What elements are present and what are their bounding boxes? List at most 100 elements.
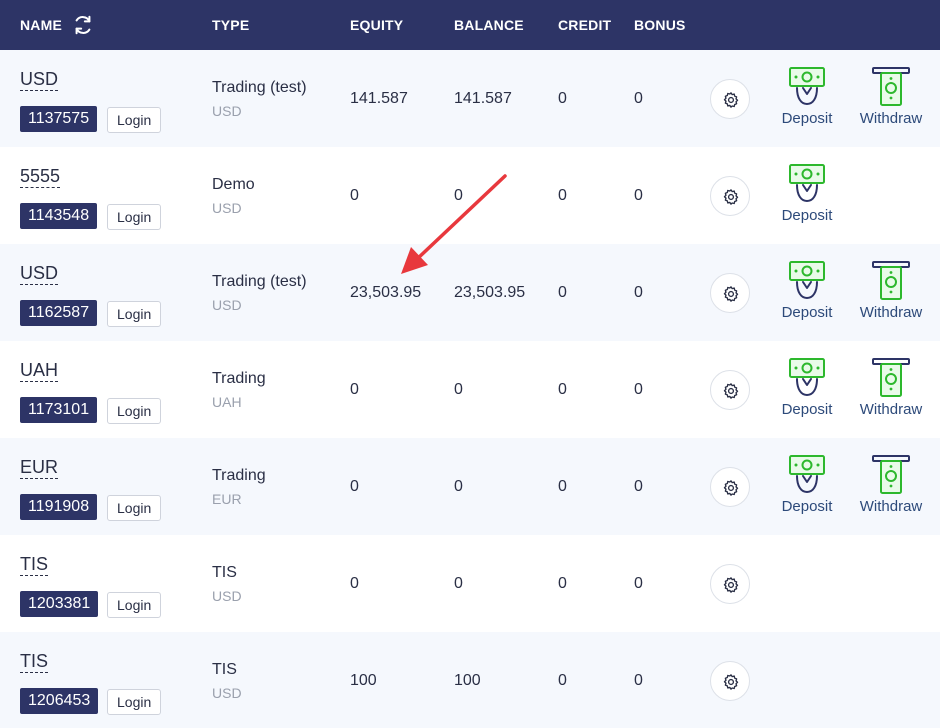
account-currency[interactable]: TIS [20,553,49,576]
account-id-badge: 1137575 [20,106,98,132]
balance-value: 0 [454,381,463,398]
deposit-button[interactable]: Deposit [772,454,842,520]
credit-value: 0 [558,284,567,301]
account-currency[interactable]: 5555 [20,165,61,188]
deposit-button[interactable]: Deposit [772,357,842,423]
balance-value: 141.587 [454,90,512,107]
header-type[interactable]: TYPE [212,0,249,50]
account-id-badge: 1143548 [20,203,98,229]
withdraw-label: Withdraw [859,498,923,515]
credit-value: 0 [558,575,567,592]
bonus-value: 0 [634,575,643,592]
account-type: TIS [212,564,237,581]
table-row: USD 1162587 Login Trading (test) USD 23,… [0,244,940,341]
header-equity[interactable]: EQUITY [350,0,403,50]
withdraw-money-icon [872,261,910,300]
account-type-currency: USD [212,685,242,701]
balance-value: 100 [454,672,481,689]
deposit-money-icon [789,455,825,494]
gear-icon [723,383,739,399]
account-currency[interactable]: UAH [20,359,59,382]
account-id-badge: 1173101 [20,397,98,423]
credit-value: 0 [558,90,567,107]
balance-value: 23,503.95 [454,284,526,301]
balance-value: 0 [454,187,463,204]
deposit-money-icon [789,261,825,300]
credit-value: 0 [558,381,567,398]
withdraw-money-icon [872,455,910,494]
credit-value: 0 [558,187,567,204]
account-type-currency: USD [212,103,242,119]
gear-icon [723,674,739,690]
withdraw-button[interactable]: Withdraw [856,454,926,520]
gear-icon [723,286,739,302]
deposit-money-icon [789,358,825,397]
deposit-label: Deposit [781,304,833,321]
account-type: TIS [212,661,237,678]
table-row: TIS 1203381 Login TIS USD 0 0 0 0 [0,535,940,632]
login-button[interactable]: Login [107,398,162,424]
withdraw-button[interactable]: Withdraw [856,357,926,423]
settings-button[interactable] [710,273,750,313]
account-type-currency: USD [212,200,242,216]
settings-button[interactable] [710,176,750,216]
login-button[interactable]: Login [107,204,162,230]
credit-value: 0 [558,478,567,495]
account-id-badge: 1191908 [20,494,98,520]
header-credit[interactable]: CREDIT [558,0,611,50]
table-row: TIS 1206453 Login TIS USD 100 100 0 0 [0,632,940,728]
deposit-button[interactable]: Deposit [772,163,842,229]
account-currency[interactable]: USD [20,262,59,285]
account-type-currency: EUR [212,491,242,507]
settings-button[interactable] [710,370,750,410]
gear-icon [723,480,739,496]
equity-value: 0 [350,381,359,398]
login-button[interactable]: Login [107,592,162,618]
account-type-currency: UAH [212,394,242,410]
deposit-money-icon [789,164,825,203]
equity-value: 0 [350,478,359,495]
account-type: Demo [212,176,255,193]
gear-icon [723,189,739,205]
account-type-currency: USD [212,588,242,604]
withdraw-button[interactable]: Withdraw [856,260,926,326]
login-button[interactable]: Login [107,107,162,133]
account-type-currency: USD [212,297,242,313]
header-name[interactable]: NAME [20,0,62,50]
deposit-money-icon [789,67,825,106]
settings-button[interactable] [710,564,750,604]
gear-icon [723,577,739,593]
settings-button[interactable] [710,661,750,701]
credit-value: 0 [558,672,567,689]
deposit-label: Deposit [781,401,833,418]
deposit-button[interactable]: Deposit [772,260,842,326]
withdraw-button[interactable]: Withdraw [856,66,926,132]
gear-icon [723,92,739,108]
header-bonus[interactable]: BONUS [634,0,686,50]
refresh-icon[interactable] [72,14,94,36]
account-currency[interactable]: USD [20,68,59,91]
equity-value: 0 [350,575,359,592]
login-button[interactable]: Login [107,689,162,715]
settings-button[interactable] [710,467,750,507]
settings-button[interactable] [710,79,750,119]
deposit-button[interactable]: Deposit [772,66,842,132]
bonus-value: 0 [634,478,643,495]
account-currency[interactable]: TIS [20,650,49,673]
login-button[interactable]: Login [107,495,162,521]
login-button[interactable]: Login [107,301,162,327]
bonus-value: 0 [634,284,643,301]
withdraw-label: Withdraw [859,401,923,418]
bonus-value: 0 [634,672,643,689]
withdraw-money-icon [872,358,910,397]
account-currency[interactable]: EUR [20,456,59,479]
balance-value: 0 [454,575,463,592]
account-id-badge: 1203381 [20,591,99,617]
equity-value: 23,503.95 [350,284,422,301]
bonus-value: 0 [634,187,643,204]
header-balance[interactable]: BALANCE [454,0,524,50]
withdraw-label: Withdraw [859,304,923,321]
table-row: 5555 1143548 Login Demo USD 0 0 0 0 Depo… [0,147,940,244]
account-type: Trading (test) [212,79,307,96]
deposit-label: Deposit [781,498,833,515]
